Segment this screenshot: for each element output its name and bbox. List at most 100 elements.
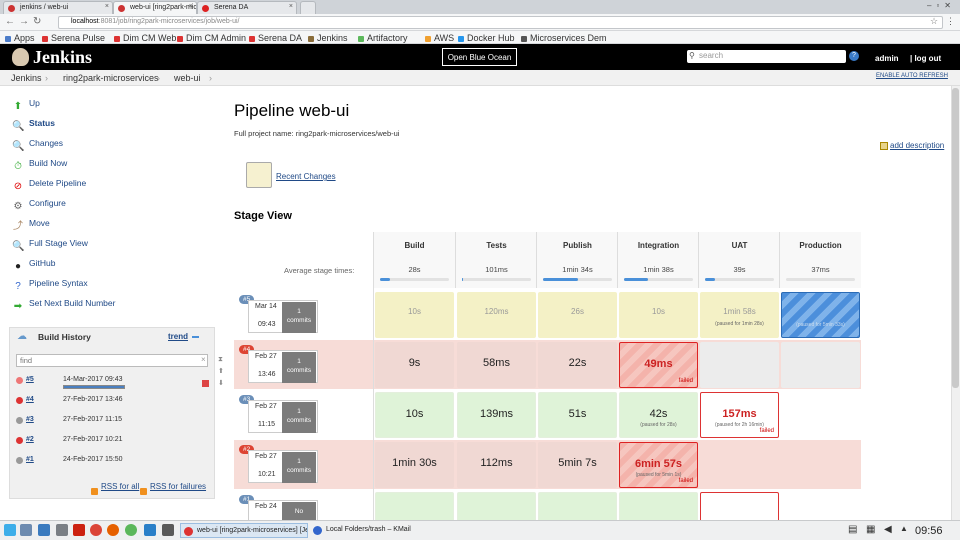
build-history-row[interactable]: #5 14-Mar-2017 09:43 [16, 375, 212, 389]
jenkins-logo-text[interactable]: Jenkins [33, 47, 92, 68]
tray-expand-icon[interactable]: ▲ [900, 524, 908, 533]
sidebar-item-status[interactable]: 🔍 Status [12, 118, 55, 132]
breadcrumb-folder[interactable]: ring2park-microservices [63, 73, 159, 83]
menu-icon[interactable]: ⋮ [946, 16, 955, 27]
sidebar-item-pipeline-syntax[interactable]: ? Pipeline Syntax [12, 278, 87, 292]
build-number-link[interactable]: #1 [26, 456, 34, 463]
recent-changes-link[interactable]: Recent Changes [276, 172, 336, 181]
build-history-row[interactable]: #3 27-Feb-2017 11:15 [16, 415, 212, 429]
build-number-link[interactable]: #5 [26, 376, 34, 383]
firefox-icon[interactable] [107, 524, 119, 536]
scroll-arrows-icon[interactable]: ⧗ ⬆ ⬇ [218, 354, 224, 390]
stage-cell[interactable]: 22s [538, 342, 617, 388]
rss-all-link[interactable]: RSS for all [101, 482, 139, 491]
stage-cell[interactable]: 1min 30s [375, 442, 454, 488]
commits-button[interactable]: 1 commits [282, 402, 316, 433]
stage-cell[interactable]: 10s [375, 392, 454, 438]
sidebar-item-delete-pipeline[interactable]: ⊘ Delete Pipeline [12, 178, 86, 192]
build-history-row[interactable]: #2 27-Feb-2017 10:21 [16, 435, 212, 449]
stage-cell[interactable]: 112ms [457, 442, 536, 488]
bookmark-item[interactable]: Serena DA [249, 33, 302, 43]
sidebar-item-configure[interactable]: ⚙ Configure [12, 198, 66, 212]
sidebar-item-full-stage-view[interactable]: 🔍 Full Stage View [12, 238, 88, 252]
breadcrumb-jenkins[interactable]: Jenkins [11, 73, 42, 83]
sidebar-item-set-next-build-number[interactable]: ➡ Set Next Build Number [12, 298, 116, 312]
stage-cell[interactable]: 5min 7s [538, 442, 617, 488]
bookmark-item[interactable]: Microservices Dem [521, 33, 607, 43]
build-history-row[interactable]: #1 24-Feb-2017 15:50 [16, 455, 212, 469]
bookmark-item[interactable]: Serena Pulse [42, 33, 105, 43]
stop-build-icon[interactable] [202, 380, 209, 387]
stage-cell[interactable]: 51s [538, 392, 617, 438]
red-app-icon[interactable] [73, 524, 85, 536]
jenkins-logo-icon[interactable] [12, 48, 29, 66]
close-tab-icon[interactable]: × [189, 3, 193, 10]
close-tab-icon[interactable]: × [105, 3, 109, 10]
clipboard-icon[interactable]: ▤ [848, 524, 857, 535]
new-tab-button[interactable] [300, 1, 316, 14]
build-find-input[interactable]: find [16, 354, 208, 367]
browser-tab[interactable]: jenkins / web-ui × [3, 1, 113, 14]
stage-cell[interactable] [619, 492, 698, 522]
stage-cell[interactable]: 10s [375, 292, 454, 338]
trend-link[interactable]: trend [168, 332, 188, 341]
star-icon[interactable]: ☆ [930, 16, 938, 27]
app-icon[interactable] [125, 524, 137, 536]
reload-icon[interactable]: ↻ [33, 16, 41, 27]
forward-icon[interactable]: → [19, 16, 29, 27]
sidebar-item-move[interactable]: ⤴ Move [12, 218, 50, 232]
stage-cell[interactable]: 157ms (paused for 2h 16min) failed [700, 392, 779, 438]
stage-cell[interactable]: 58ms [457, 342, 536, 388]
commits-button[interactable]: 1 commits [282, 352, 316, 383]
taskbar-task[interactable]: web-ui [ring2park-microservices] [Je [180, 523, 308, 538]
stage-cell[interactable]: 1min 58s (paused for 1min 28s) [700, 292, 779, 338]
commits-button[interactable]: 1 commits [282, 302, 316, 333]
stage-cell[interactable] [700, 492, 779, 522]
sidebar-item-up[interactable]: ⬆ Up [12, 98, 40, 112]
stage-cell[interactable]: 6min 57s (paused for 5min 1s) failed [619, 442, 698, 488]
stage-cell[interactable]: 139ms [457, 392, 536, 438]
bookmark-item[interactable]: Dim CM Web [114, 33, 176, 43]
rss-failures-link[interactable]: RSS for failures [150, 482, 206, 491]
close-tab-icon[interactable]: × [289, 3, 293, 10]
help-icon[interactable]: ? [849, 51, 859, 61]
stage-cell[interactable] [375, 492, 454, 522]
build-number-link[interactable]: #4 [26, 396, 34, 403]
search-input[interactable]: search [687, 50, 846, 63]
bookmark-item[interactable]: AWS [425, 33, 454, 43]
stage-cell[interactable]: 10s [619, 292, 698, 338]
terminal-icon[interactable] [162, 524, 174, 536]
build-number-link[interactable]: #2 [26, 436, 34, 443]
mail-icon[interactable] [38, 524, 50, 536]
scrollbar-thumb[interactable] [952, 88, 959, 388]
vscode-icon[interactable] [144, 524, 156, 536]
stage-cell[interactable]: (paused for 5min 33s) [781, 292, 860, 338]
bookmark-item[interactable]: Dim CM Admin [177, 33, 246, 43]
desktop-icon[interactable] [20, 524, 32, 536]
stage-cell[interactable]: 49ms failed [619, 342, 698, 388]
stage-cell[interactable]: 120ms [457, 292, 536, 338]
build-number-link[interactable]: #3 [26, 416, 34, 423]
app-launcher-icon[interactable] [4, 524, 16, 536]
browser-tab[interactable]: web-ui [ring2park-mic × [113, 1, 197, 14]
window-controls[interactable]: –▫✕ [927, 1, 956, 10]
commits-button[interactable]: No [282, 502, 316, 522]
sidebar-item-github[interactable]: ● GitHub [12, 258, 56, 272]
address-bar[interactable]: localhost:8081/job/ring2park-microservic… [58, 16, 943, 29]
stage-cell[interactable] [781, 342, 860, 388]
stage-cell[interactable]: 26s [538, 292, 617, 338]
open-blue-ocean-button[interactable]: Open Blue Ocean [442, 48, 517, 66]
browser-tab[interactable]: Serena DA × [197, 1, 297, 14]
bookmark-item[interactable]: Artifactory [358, 33, 408, 43]
notepad-icon[interactable] [246, 162, 272, 188]
build-history-row[interactable]: #4 27-Feb-2017 13:46 [16, 395, 212, 409]
chrome-icon[interactable] [90, 524, 102, 536]
sidebar-item-changes[interactable]: 🔍 Changes [12, 138, 63, 152]
user-link[interactable]: admin [875, 54, 899, 63]
commits-button[interactable]: 1 commits [282, 452, 316, 483]
enable-auto-refresh-link[interactable]: ENABLE AUTO REFRESH [876, 73, 948, 79]
logout-link[interactable]: | log out [910, 54, 941, 63]
stage-cell[interactable]: 42s (paused for 28s) [619, 392, 698, 438]
stage-cell[interactable] [538, 492, 617, 522]
bookmark-item[interactable]: Apps [5, 33, 35, 43]
